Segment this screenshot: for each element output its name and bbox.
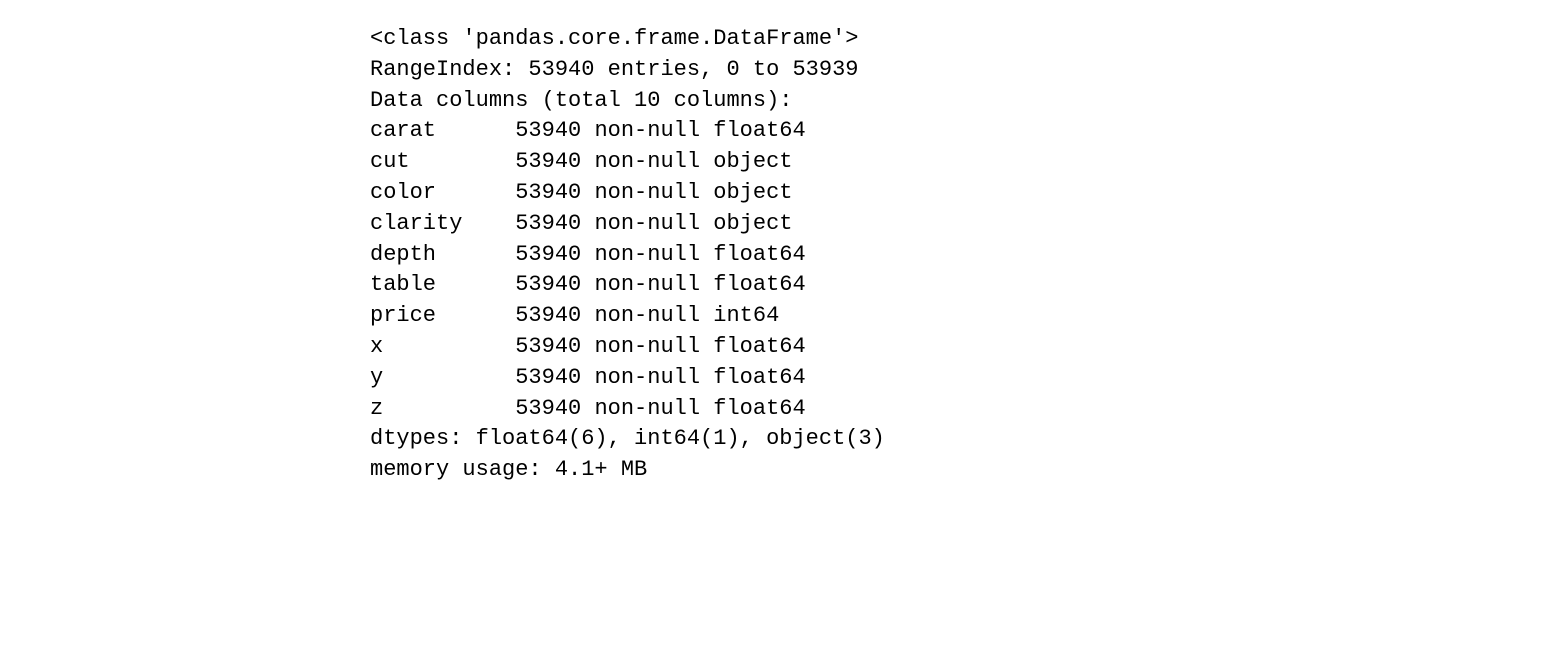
column-row: x 53940 non-null float64 (370, 334, 806, 359)
column-count: 53940 (515, 149, 581, 174)
column-dtype: object (713, 180, 792, 205)
column-name: x (370, 334, 515, 359)
column-row: price 53940 non-null int64 (370, 303, 779, 328)
column-dtype: float64 (713, 272, 805, 297)
column-row: carat 53940 non-null float64 (370, 118, 806, 143)
column-name: carat (370, 118, 515, 143)
column-row: depth 53940 non-null float64 (370, 242, 806, 267)
column-row: clarity 53940 non-null object (370, 211, 793, 236)
column-name: table (370, 272, 515, 297)
column-count: 53940 (515, 272, 581, 297)
column-dtype: int64 (713, 303, 779, 328)
column-count: 53940 (515, 118, 581, 143)
range-index-line: RangeIndex: 53940 entries, 0 to 53939 (370, 57, 858, 82)
column-count: 53940 (515, 396, 581, 421)
dtypes-summary: dtypes: float64(6), int64(1), object(3) (370, 426, 885, 451)
column-count: 53940 (515, 334, 581, 359)
column-count: 53940 (515, 242, 581, 267)
column-name: color (370, 180, 515, 205)
column-count: 53940 (515, 180, 581, 205)
column-name: z (370, 396, 515, 421)
column-name: y (370, 365, 515, 390)
column-row: color 53940 non-null object (370, 180, 793, 205)
column-count: 53940 (515, 211, 581, 236)
column-name: price (370, 303, 515, 328)
column-dtype: float64 (713, 118, 805, 143)
column-row: cut 53940 non-null object (370, 149, 793, 174)
dataframe-info-output: <class 'pandas.core.frame.DataFrame'> Ra… (0, 0, 1552, 486)
column-row: table 53940 non-null float64 (370, 272, 806, 297)
class-line: <class 'pandas.core.frame.DataFrame'> (370, 26, 858, 51)
column-name: clarity (370, 211, 515, 236)
column-name: depth (370, 242, 515, 267)
column-dtype: float64 (713, 242, 805, 267)
column-count: 53940 (515, 303, 581, 328)
memory-usage: memory usage: 4.1+ MB (370, 457, 647, 482)
column-row: y 53940 non-null float64 (370, 365, 806, 390)
column-dtype: float64 (713, 365, 805, 390)
column-row: z 53940 non-null float64 (370, 396, 806, 421)
column-dtype: object (713, 149, 792, 174)
column-dtype: float64 (713, 334, 805, 359)
column-dtype: float64 (713, 396, 805, 421)
column-dtype: object (713, 211, 792, 236)
column-name: cut (370, 149, 515, 174)
column-count: 53940 (515, 365, 581, 390)
data-columns-header: Data columns (total 10 columns): (370, 88, 792, 113)
